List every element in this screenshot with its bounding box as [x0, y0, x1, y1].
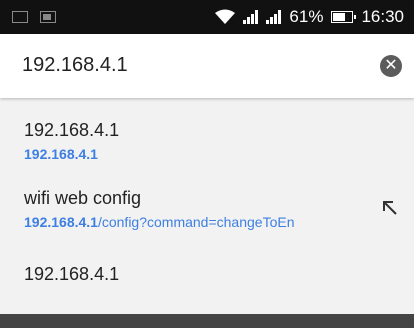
- clear-circle-icon[interactable]: ✕: [380, 55, 402, 77]
- suggestion-list: 192.168.4.1 192.168.4.1 wifi web config …: [0, 98, 414, 314]
- status-bar: 61% 16:30: [0, 0, 414, 34]
- suggestion-title: wifi web config: [24, 188, 142, 208]
- battery-icon: [331, 11, 357, 23]
- suggestion-url: 192.168.4.1: [24, 146, 98, 162]
- address-bar[interactable]: 192.168.4.1 ✕: [0, 34, 414, 98]
- notification-square-icon: [12, 11, 28, 23]
- suggestion-item[interactable]: 192.168.4.1: [24, 264, 119, 285]
- image-icon: [40, 11, 56, 23]
- bottom-bar: [0, 314, 414, 328]
- refine-arrow-icon[interactable]: [378, 196, 402, 220]
- notification-icons: [12, 11, 56, 23]
- signal-icon: [243, 10, 259, 24]
- address-input[interactable]: 192.168.4.1: [22, 54, 128, 77]
- suggestion-title: 192.168.4.1: [24, 120, 120, 140]
- battery-percent: 61%: [289, 7, 324, 26]
- suggestion-title: 192.168.4.1: [24, 264, 120, 284]
- suggestion-item[interactable]: wifi web config 192.168.4.1/config?comma…: [24, 188, 370, 230]
- suggestion-url: 192.168.4.1/config?command=changeToEn: [24, 214, 295, 230]
- status-right: 61% 16:30: [215, 7, 404, 27]
- signal2-icon: [266, 10, 282, 24]
- clock: 16:30: [361, 7, 404, 26]
- suggestion-item[interactable]: 192.168.4.1 192.168.4.1: [24, 120, 370, 162]
- wifi-icon: [215, 9, 236, 24]
